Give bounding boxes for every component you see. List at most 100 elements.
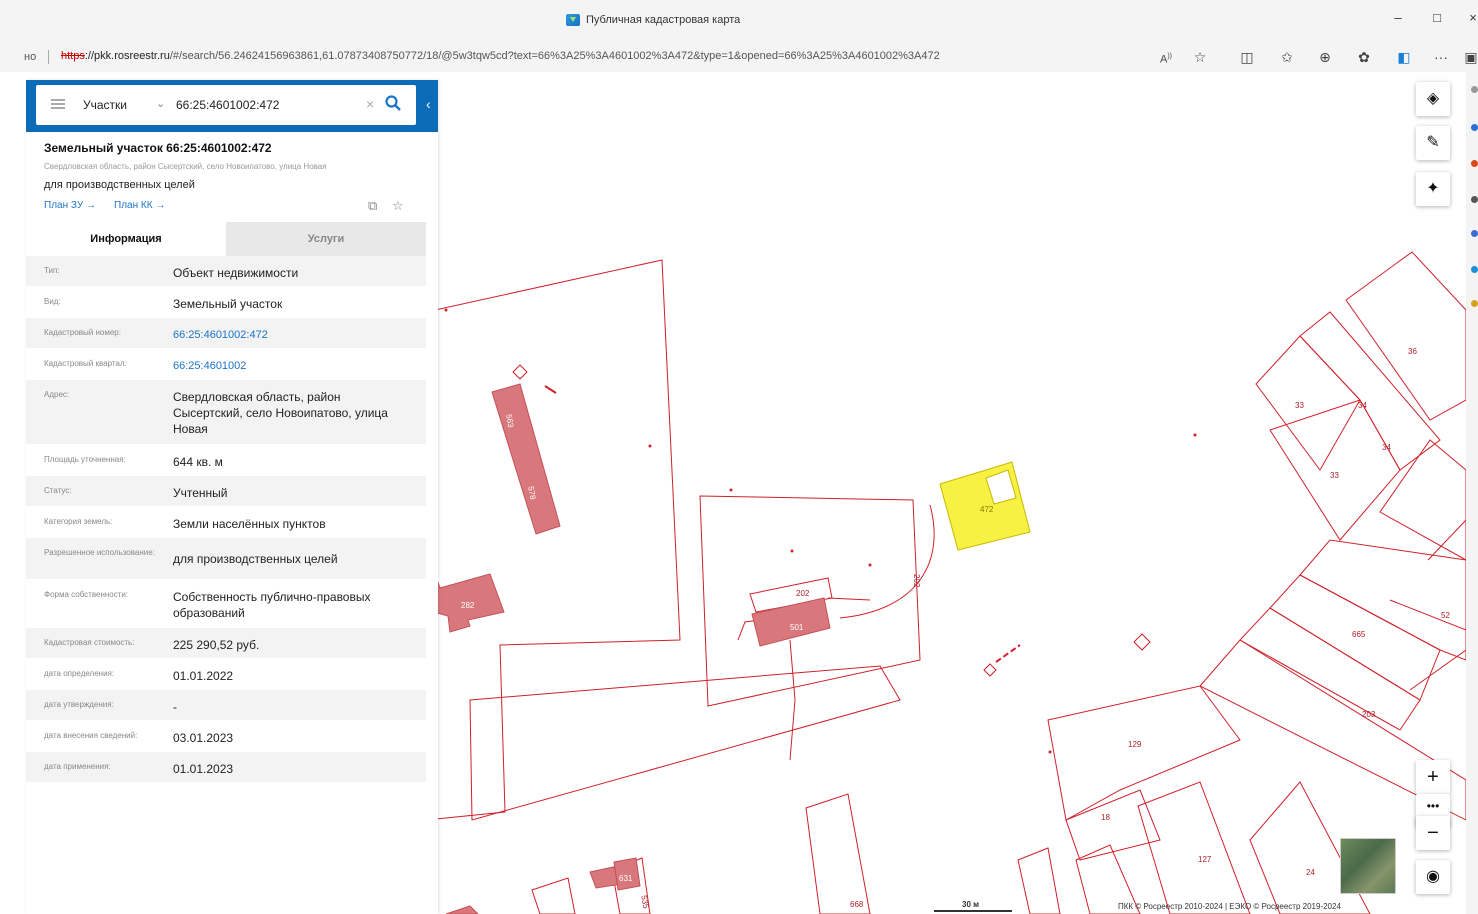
chevron-down-icon[interactable]: ⌄ bbox=[156, 97, 165, 110]
plan-kk-link[interactable]: План КК → bbox=[114, 200, 165, 211]
parcel-label: 501 bbox=[790, 623, 804, 632]
shopping-icon[interactable] bbox=[1471, 160, 1478, 167]
menu-icon[interactable] bbox=[51, 99, 65, 109]
plan-zu-link[interactable]: План ЗУ → bbox=[44, 200, 96, 211]
attribute-row: Статус: Учтенный bbox=[26, 476, 426, 507]
map-canvas[interactable]: 472 202 501 282 36 33 34 665 52 203 129 … bbox=[426, 72, 1466, 914]
compass-button[interactable]: ◉ bbox=[1416, 860, 1450, 894]
crosshair-icon: ✦ bbox=[1426, 180, 1440, 197]
parcel-outline bbox=[1239, 607, 1421, 731]
building[interactable] bbox=[491, 383, 561, 535]
attribute-row: дата определения: 01.01.2022 bbox=[26, 659, 426, 690]
parcel-outline bbox=[789, 639, 796, 761]
parcel-outline bbox=[1065, 789, 1161, 861]
address-prefix: но bbox=[24, 51, 37, 63]
building[interactable] bbox=[751, 597, 831, 647]
parcel-outline bbox=[1255, 335, 1361, 471]
copilot-sidebar-icon[interactable] bbox=[1471, 124, 1478, 131]
clear-icon[interactable]: × bbox=[366, 96, 374, 112]
parcel-label: 202 bbox=[912, 574, 921, 588]
url-field[interactable]: https://pkk.rosreestr.ru/#/search/56.246… bbox=[61, 50, 940, 62]
ruler-icon: ✎ bbox=[1426, 134, 1440, 151]
collapse-panel-icon[interactable]: ‹ bbox=[426, 96, 431, 112]
tab-information[interactable]: Информация bbox=[26, 222, 226, 256]
read-aloud-icon[interactable]: A)) bbox=[1157, 48, 1175, 66]
search-type-select[interactable]: Участки bbox=[83, 98, 127, 112]
print-preview-icon[interactable]: ⧉ bbox=[368, 198, 377, 214]
extensions-icon[interactable]: ✿ bbox=[1355, 48, 1373, 66]
maximize-button[interactable]: □ bbox=[1427, 10, 1447, 25]
parcel-outline bbox=[839, 504, 935, 619]
tab-services[interactable]: Услуги bbox=[226, 222, 426, 256]
attribute-label: Форма собственности: bbox=[44, 590, 129, 599]
locate-button[interactable]: ✦ bbox=[1416, 172, 1450, 206]
search-icon[interactable] bbox=[384, 94, 402, 112]
attribute-value: 225 290,52 руб. bbox=[173, 638, 260, 652]
parcel-label: 631 bbox=[619, 874, 633, 883]
address-bar: но https://pkk.rosreestr.ru/#/search/56.… bbox=[0, 42, 1478, 72]
parcel-label: 665 bbox=[1352, 630, 1366, 639]
parcel-outline bbox=[1389, 599, 1466, 631]
parcel-label: 129 bbox=[1128, 740, 1142, 749]
building[interactable] bbox=[445, 905, 479, 914]
close-button[interactable]: × bbox=[1463, 10, 1478, 25]
attribute-value: 01.01.2022 bbox=[173, 669, 234, 683]
parcel-label: 282 bbox=[461, 601, 475, 610]
layers-button[interactable]: ◈ bbox=[1416, 82, 1450, 116]
attribute-label: Статус: bbox=[44, 486, 72, 495]
url-host: ://pkk.rosreestr.ru bbox=[84, 50, 170, 62]
more-menu-icon[interactable]: ··· bbox=[1432, 48, 1450, 66]
outlook-icon[interactable] bbox=[1471, 266, 1478, 273]
parcel-outline bbox=[805, 793, 871, 914]
zoom-in-button[interactable]: + bbox=[1416, 760, 1450, 794]
parcel-outline bbox=[426, 259, 681, 821]
zoom-out-button[interactable]: − bbox=[1416, 816, 1450, 850]
parcel-label: 36 bbox=[1408, 347, 1417, 356]
parcel-label: 202 bbox=[796, 589, 810, 598]
parcel-outline bbox=[531, 877, 576, 914]
address-separator bbox=[48, 50, 49, 64]
parcel-label: 34 bbox=[1358, 401, 1367, 410]
favorite-star-icon[interactable]: ☆ bbox=[1191, 48, 1209, 66]
copilot-icon[interactable]: ▣ bbox=[1462, 48, 1478, 66]
games-icon[interactable] bbox=[1471, 230, 1478, 237]
object-usage: для производственных целей bbox=[44, 179, 195, 191]
attribute-label: Кадастровая стоимость: bbox=[44, 638, 135, 647]
attribute-row: Категория земель: Земли населённых пункт… bbox=[26, 507, 426, 538]
parcel-label: 668 bbox=[850, 900, 864, 909]
search-input[interactable]: 66:25:4601002:472 bbox=[176, 98, 279, 112]
split-screen-icon[interactable]: ◫ bbox=[1238, 48, 1256, 66]
search-icon[interactable] bbox=[1471, 86, 1478, 93]
collections-icon[interactable]: ⊕ bbox=[1316, 48, 1334, 66]
map-point bbox=[729, 488, 733, 492]
favorites-list-icon[interactable]: ✩ bbox=[1278, 48, 1296, 66]
minimize-button[interactable]: – bbox=[1388, 10, 1408, 25]
search-box[interactable]: Участки ⌄ 66:25:4601002:472 × bbox=[36, 85, 416, 125]
attribute-row: Кадастровый номер: 66:25:4601002:472 bbox=[26, 318, 426, 349]
sidebar-toggle-icon[interactable]: ◧ bbox=[1395, 48, 1413, 66]
attribute-value: Объект недвижимости bbox=[173, 266, 299, 280]
map-point bbox=[790, 549, 794, 553]
attribute-table: Тип: Объект недвижимости Вид: Земельный … bbox=[26, 256, 426, 783]
attribute-label: Категория земель: bbox=[44, 517, 113, 526]
satellite-basemap-toggle[interactable] bbox=[1340, 838, 1396, 894]
favorite-star-icon[interactable]: ☆ bbox=[392, 198, 404, 214]
cadastral-number-link[interactable]: 66:25:4601002:472 bbox=[173, 327, 413, 343]
attribute-row: Адрес: Свердловская область, район Сысер… bbox=[26, 380, 426, 445]
attribute-label: дата определения: bbox=[44, 669, 115, 678]
tools-icon[interactable] bbox=[1471, 196, 1478, 203]
attribute-label: Адрес: bbox=[44, 390, 70, 399]
measure-button[interactable]: ✎ bbox=[1416, 126, 1450, 160]
map-mark bbox=[995, 644, 1021, 663]
attribute-label: дата применения: bbox=[44, 762, 111, 771]
parcel-label: 535 bbox=[639, 894, 650, 909]
attribute-value: 644 кв. м bbox=[173, 455, 223, 469]
parcel-label: 24 bbox=[1306, 868, 1315, 877]
compass-icon: ◉ bbox=[1426, 868, 1440, 885]
attribute-value: Свердловская область, район Сысертский, … bbox=[173, 390, 388, 436]
attribute-label: Площадь уточненная: bbox=[44, 455, 126, 464]
cadastral-quarter-link[interactable]: 66:25:4601002 bbox=[173, 358, 413, 374]
cadastral-map[interactable]: 472 202 501 282 36 33 34 665 52 203 129 … bbox=[426, 72, 1466, 914]
attribute-label: Тип: bbox=[44, 266, 60, 275]
drop-icon[interactable] bbox=[1471, 300, 1478, 307]
